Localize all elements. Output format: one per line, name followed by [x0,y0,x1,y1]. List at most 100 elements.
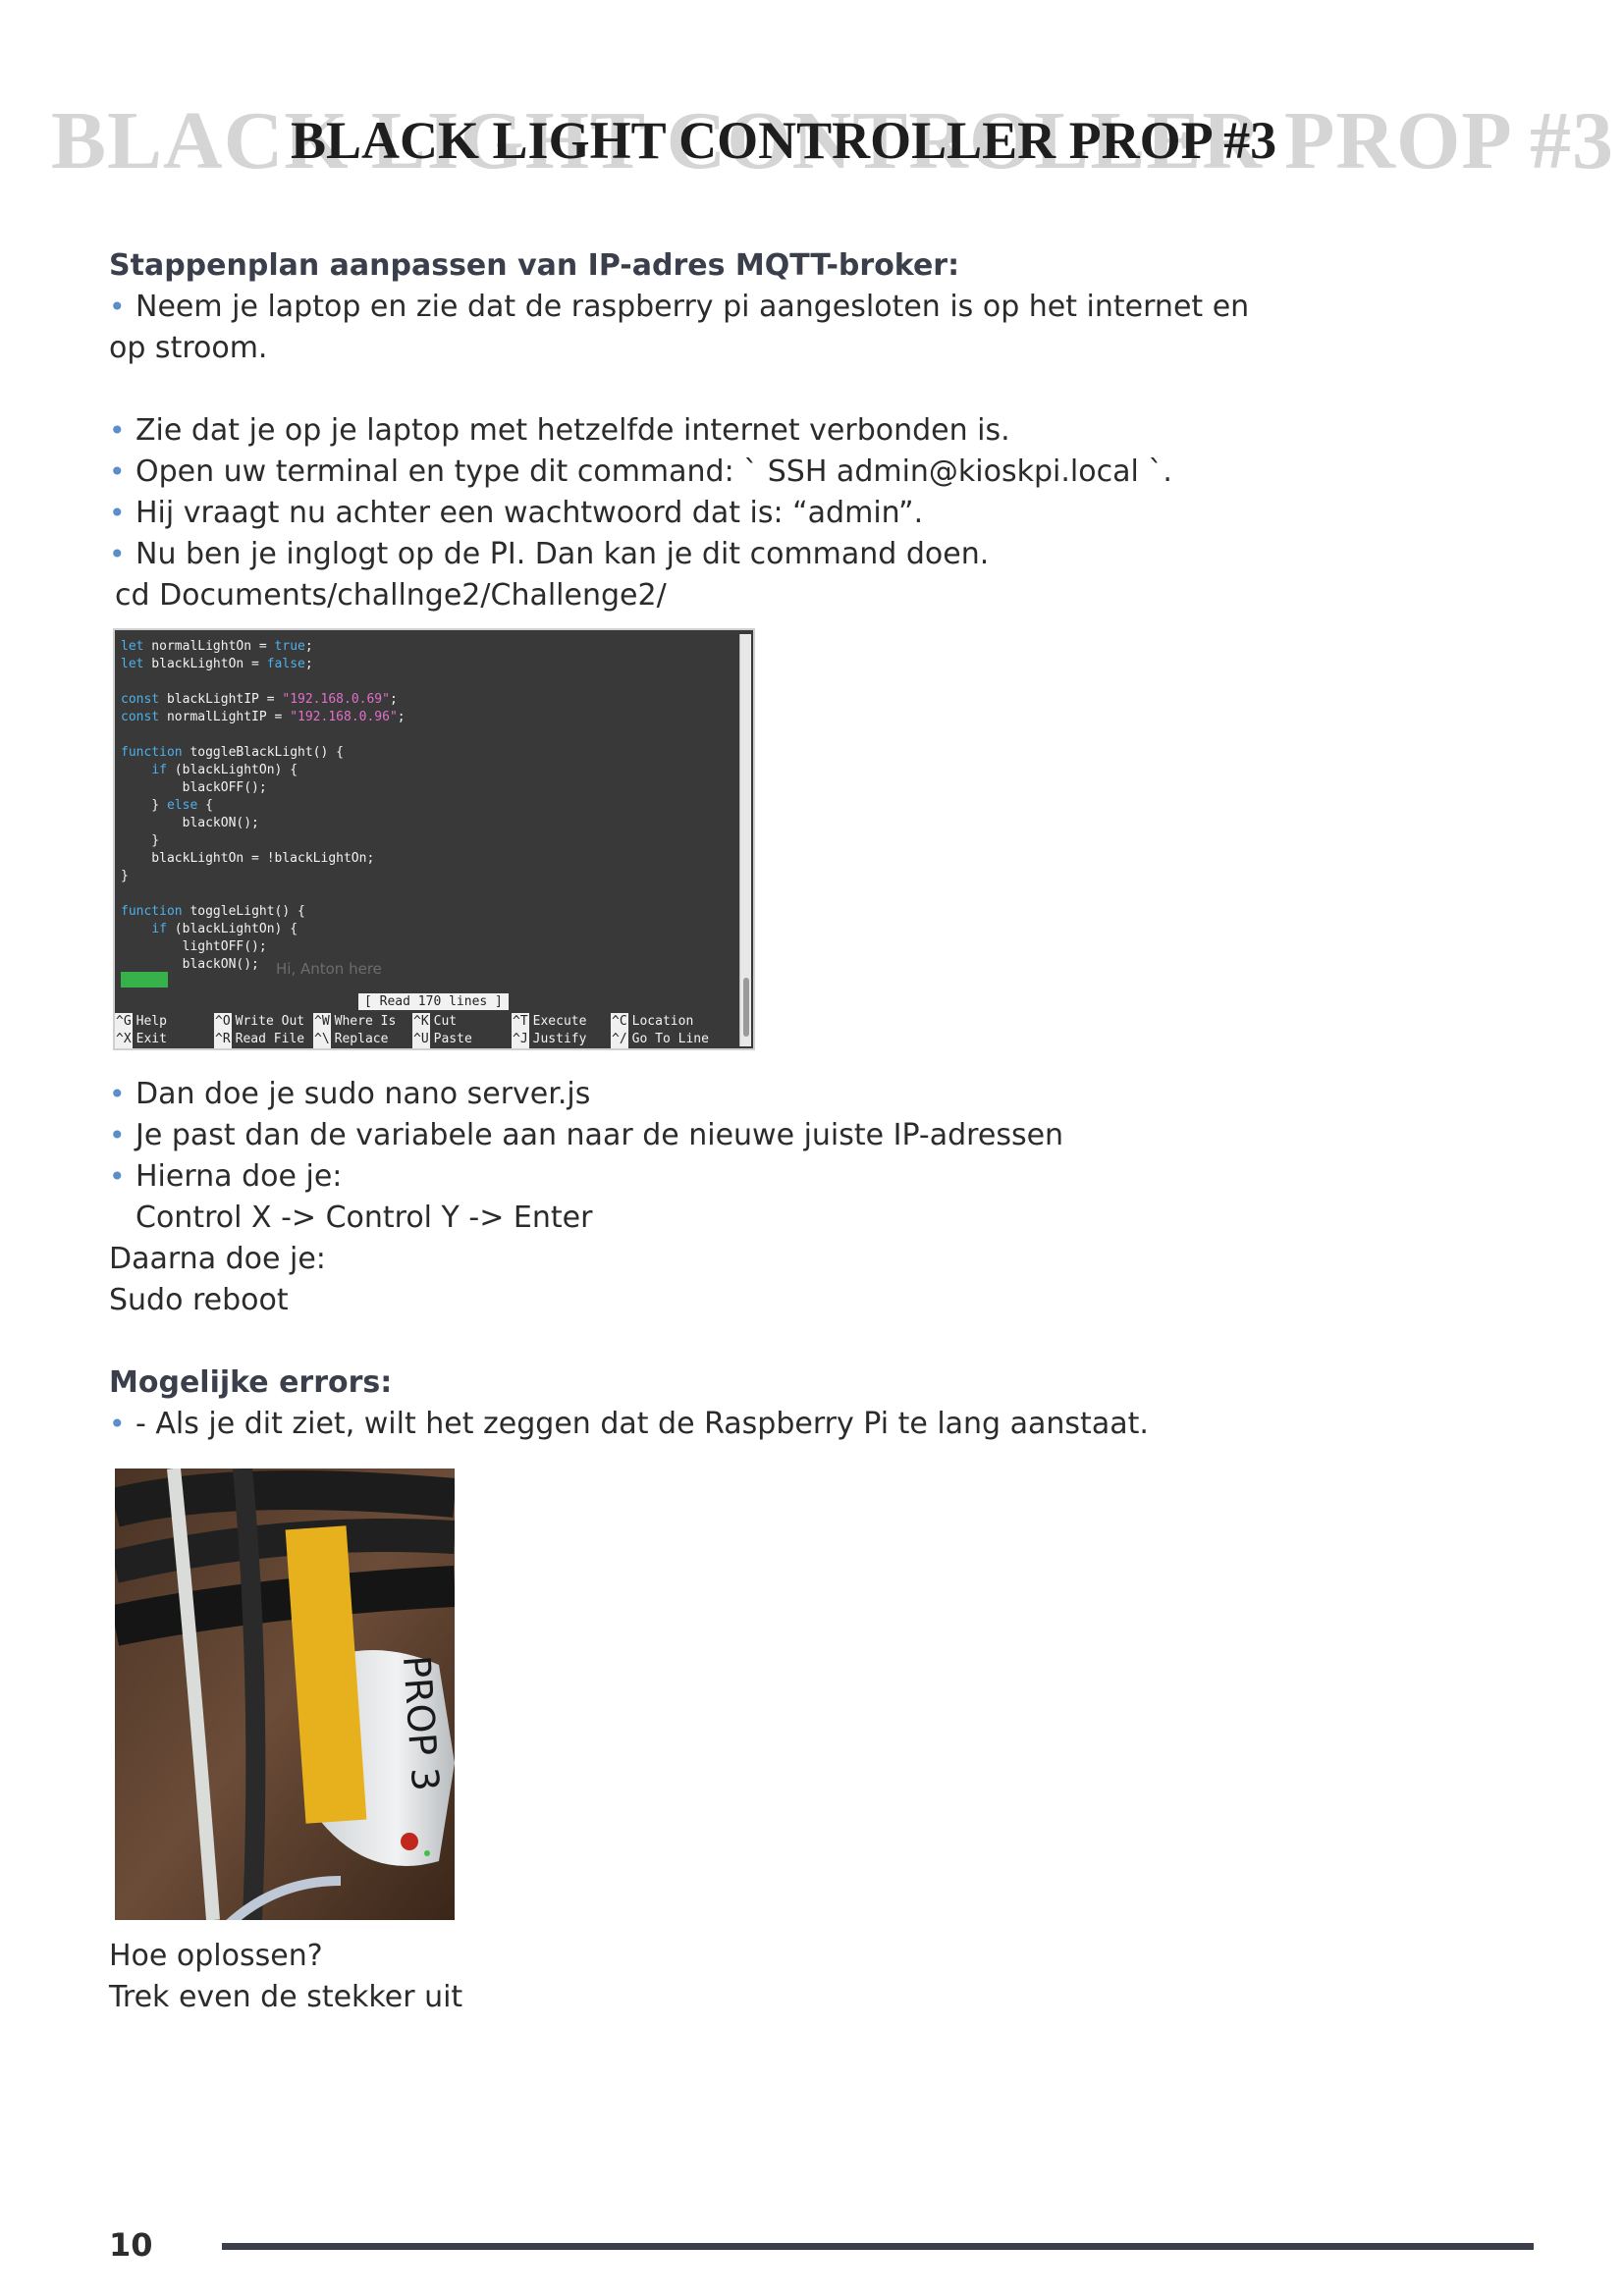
section-heading-steps: Stappenplan aanpassen van IP-adres MQTT-… [109,248,960,283]
code-token: ; [304,657,313,671]
code-token: let [121,639,144,654]
bullet-dot-icon: • [109,291,126,323]
code-line: } else { [121,797,406,815]
menu-shortcut: ^O Write Out [214,1013,313,1031]
code-token: } [121,833,160,848]
cd-command: cd Documents/challnge2/Challenge2/ [115,578,667,613]
bullet-dot-icon: • [109,497,126,529]
bullet-item: • Neem je laptop en zie dat de raspberry… [109,287,1385,328]
shortcut-label: Go To Line [631,1032,709,1046]
shortcut-label: Replace [334,1032,389,1046]
shortcut-label: Write Out [235,1014,305,1029]
code-line: blackON(); [121,815,406,832]
code-token: ; [397,710,406,724]
terminal-screenshot: let normalLightOn = true; let blackLightO… [113,628,755,1050]
terminal-scroll-thumb [743,978,749,1037]
bullet-item: • Je past dan de variabele aan naar de n… [109,1115,1385,1156]
menu-shortcut: ^C Location [611,1013,710,1031]
code-token: (blackLightOn) { [166,922,298,936]
menu-shortcut: ^X Exit [115,1031,214,1048]
bullet-item: • Zie dat je op je laptop met hetzelfde … [109,410,1385,452]
fix-answer: Trek even de stekker uit [109,1980,463,2014]
code-line: } [121,832,406,850]
menu-shortcut: ^W Where Is [313,1013,412,1031]
code-line: let normalLightOn = true; [121,638,406,656]
code-token: blackON(); [121,957,259,972]
code-token: blackOFF(); [121,780,267,795]
terminal-status: [ Read 170 lines ] [358,993,509,1010]
bullet-text: Dan doe je sudo nano server.js [135,1077,591,1111]
bullet-item: • Open uw terminal en type dit command: … [109,452,1385,493]
menu-shortcut: ^/Go To Line [611,1031,710,1048]
paragraph-line: op stroom. [109,331,268,365]
bullet-item: • Hierna doe je: [109,1156,1385,1198]
code-token: toggleLight() { [182,904,305,919]
bullet-text: Zie dat je op je laptop met hetzelfde in… [135,413,1010,448]
code-token: normalLightOn = [143,639,275,654]
menu-shortcut: ^U Paste [412,1031,512,1048]
code-token: } [121,869,129,883]
page-number: 10 [109,2226,153,2264]
menu-shortcut: ^K Cut [412,1013,512,1031]
shortcut-label: Where Is [334,1014,397,1029]
code-token: blackLightIP = [159,692,283,707]
overlay-chat-text: Hi, Anton here [276,960,382,978]
shortcut-key: ^W [313,1013,331,1031]
shortcut-key: ^U [412,1031,430,1048]
shortcut-label: Read File [235,1032,305,1046]
bullet-item: • Nu ben je inglogt op de PI. Dan kan je… [109,534,1385,575]
code-token: (blackLightOn) { [166,763,298,777]
code-token: ; [304,639,313,654]
menu-row: ^X Exit ^R Read File ^\ Replace ^U Paste ^J Justi… [115,1031,733,1048]
menu-shortcut: ^J Justify [512,1031,611,1048]
shortcut-label: Help [135,1014,167,1029]
code-line: blackLightOn = !blackLightOn; [121,850,406,868]
raspberry-pi-photo: PROP 3 [115,1468,455,1920]
bullet-item: • - Als je dit ziet, wilt het zeggen dat… [109,1404,1385,1445]
bullet-dot-icon: • [109,1160,126,1193]
shortcut-key: ^\ [313,1031,331,1048]
code-token: if [151,922,167,936]
shortcut-label: Paste [433,1032,472,1046]
shortcut-key: ^G [115,1013,133,1031]
code-token: toggleBlackLight() { [182,745,344,760]
bullet-text: - Als je dit ziet, wilt het zeggen dat d… [135,1407,1149,1441]
shortcut-label: Exit [135,1032,167,1046]
shortcut-label: Justify [532,1032,587,1046]
fix-section: Hoe oplossen? Trek even de stekker uit [109,1936,1385,2018]
code-token: } [121,798,167,813]
code-token: "192.168.0.96" [290,710,398,724]
shortcut-key: ^C [611,1013,628,1031]
bullet-dot-icon: • [109,455,126,488]
shortcut-key: ^R [214,1031,232,1048]
main-content: Stappenplan aanpassen van IP-adres MQTT-… [109,245,1385,616]
page-title: BLACK LIGHT CONTROLLER PROP #3 [291,111,1277,170]
fix-question: Hoe oplossen? [109,1939,323,1973]
code-token: normalLightIP = [159,710,291,724]
shortcut-label: Location [631,1014,694,1029]
shortcut-key: ^T [512,1013,529,1031]
code-token: { [197,798,213,813]
code-token: lightOFF(); [121,939,267,954]
code-line: const blackLightIP = "192.168.0.69"; [121,691,406,709]
bullet-dot-icon: • [109,1119,126,1151]
code-token: function [121,745,183,760]
bullet-item: • Hij vraagt nu achter een wachtwoord da… [109,493,1385,534]
code-token: function [121,904,183,919]
bullet-dot-icon: • [109,414,126,447]
code-token: blackLightOn = [143,657,267,671]
menu-shortcut: ^T Execute [512,1013,611,1031]
keys-line: Control X -> Control Y -> Enter [135,1201,593,1235]
shortcut-key: ^/ [611,1031,628,1048]
code-line: if (blackLightOn) { [121,921,406,938]
code-line: } [121,868,406,885]
bullet-text: Nu ben je inglogt op de PI. Dan kan je d… [135,537,990,571]
menu-shortcut: ^G Help [115,1013,214,1031]
code-line: if (blackLightOn) { [121,762,406,779]
terminal-code: let normalLightOn = true; let blackLightO… [121,638,406,974]
terminal-cursor [121,972,168,988]
